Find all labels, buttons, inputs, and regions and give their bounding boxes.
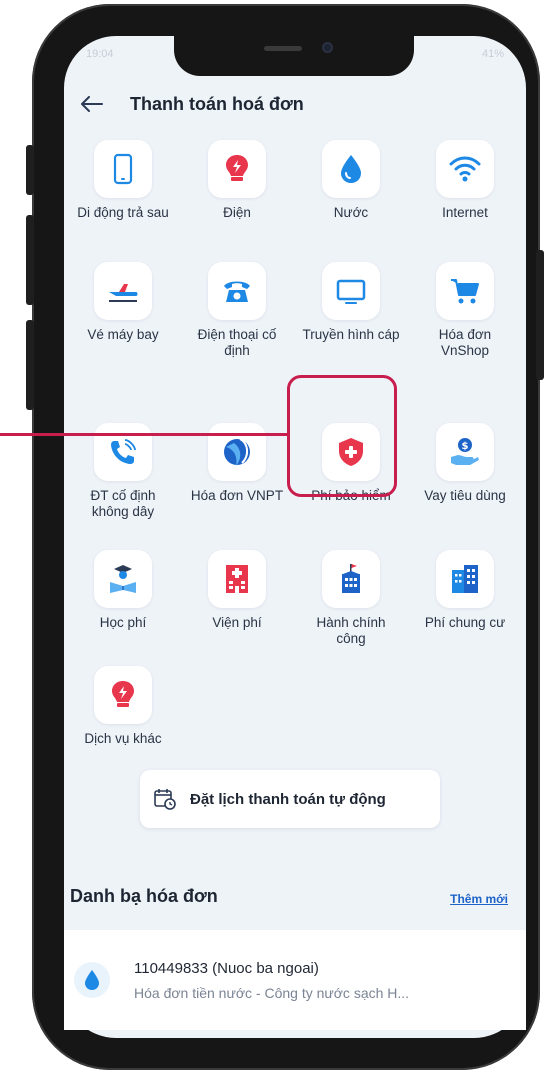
status-time: 19:04: [86, 48, 114, 60]
cart-icon: [451, 279, 479, 304]
service-tile: [322, 423, 380, 481]
calendar-clock-icon: [150, 784, 180, 814]
service-label: Hóa đơn VnShop: [438, 327, 492, 358]
service-tile: [322, 140, 380, 198]
apartment-icon: [452, 565, 478, 593]
service-other[interactable]: Dịch vụ khác: [74, 666, 172, 747]
service-tile: [94, 666, 152, 724]
service-vnshop[interactable]: Hóa đơn VnShop: [416, 262, 514, 359]
water-drop-icon: [341, 155, 361, 183]
volume-up-button: [26, 215, 34, 305]
tv-icon: [336, 279, 366, 304]
service-internet[interactable]: Internet: [416, 140, 514, 221]
phone-icon: [113, 153, 133, 185]
hospital-icon: [226, 565, 248, 593]
service-label: Điện thoại cố định: [197, 327, 277, 358]
water-drop-icon: [74, 962, 110, 998]
service-label: Internet: [442, 205, 488, 220]
service-tile: [208, 423, 266, 481]
arrow-left-icon[interactable]: [78, 90, 106, 118]
service-hospital-fee[interactable]: Viện phí: [188, 550, 286, 631]
desk-phone-icon: [224, 281, 250, 302]
service-label: Nước: [333, 205, 369, 220]
service-tile: [436, 550, 494, 608]
device-notch: [174, 36, 414, 76]
speaker-grille: [264, 46, 302, 51]
service-tile: [436, 262, 494, 320]
service-label: Dịch vụ khác: [84, 731, 162, 746]
service-label: Vé máy bay: [87, 327, 159, 342]
service-label: Học phí: [99, 615, 147, 630]
service-tile: $: [436, 423, 494, 481]
front-camera: [322, 42, 333, 53]
service-tile: [94, 550, 152, 608]
service-tile: [208, 550, 266, 608]
service-tile: [208, 140, 266, 198]
service-label: Di động trả sau: [77, 205, 169, 220]
service-flight[interactable]: Vé máy bay: [74, 262, 172, 343]
service-water[interactable]: Nước: [302, 140, 400, 221]
mute-switch: [26, 145, 34, 195]
airplane-icon: [109, 284, 138, 302]
page-title: Thanh toán hoá đơn: [130, 93, 304, 114]
service-tuition[interactable]: Học phí: [74, 550, 172, 631]
service-label: Truyền hình cáp: [302, 327, 400, 342]
wifi-icon: [449, 156, 481, 182]
service-apartment-fee[interactable]: Phí chung cư: [416, 550, 514, 631]
service-tile: [94, 423, 152, 481]
service-label: Phí chung cư: [424, 615, 506, 630]
volume-down-button: [26, 320, 34, 410]
service-label: Hành chính công: [316, 615, 386, 646]
status-battery: 41%: [481, 48, 504, 60]
service-landline[interactable]: Điện thoại cố định: [188, 262, 286, 359]
service-cable-tv[interactable]: Truyền hình cáp: [302, 262, 400, 343]
service-electricity[interactable]: Điện: [188, 140, 286, 221]
service-label: Điện: [223, 205, 251, 220]
section-title: Danh bạ hóa đơn: [70, 886, 218, 906]
shield-plus-icon: [339, 438, 363, 466]
bill-contact-description: Hóa đơn tiền nước - Công ty nước sạch H.…: [134, 985, 410, 1001]
service-tile: [94, 140, 152, 198]
service-tile: [436, 140, 494, 198]
service-tile: [322, 262, 380, 320]
phone-wireless-icon: [111, 439, 136, 464]
government-icon: [342, 564, 360, 593]
student-icon: [110, 565, 136, 593]
service-label: Viện phí: [212, 615, 262, 630]
service-public-admin[interactable]: Hành chính công: [302, 550, 400, 647]
add-new-link[interactable]: Thêm mới: [450, 892, 508, 906]
service-tile: [208, 262, 266, 320]
bulb-icon: [112, 681, 134, 707]
service-label: Hóa đơn VNPT: [190, 488, 284, 503]
service-label: ĐT cố định không dây: [90, 488, 156, 519]
service-postpaid-mobile[interactable]: Di động trả sau: [74, 140, 172, 221]
service-wireless-landline[interactable]: ĐT cố định không dây: [74, 423, 172, 520]
callout-line: [0, 433, 289, 436]
page-header: Thanh toán hoá đơn: [78, 88, 512, 120]
coin-hand-icon: $: [451, 438, 479, 465]
bill-contacts-header: Danh bạ hóa đơn Thêm mới: [64, 884, 526, 912]
service-label: Vay tiêu dùng: [424, 488, 506, 503]
service-label: Phí bảo hiểm: [311, 488, 391, 503]
bulb-icon: [226, 155, 248, 181]
bill-contact-item[interactable]: 110449833 (Nuoc ba ngoai) Hóa đơn tiền n…: [64, 930, 526, 1030]
service-tile: [94, 262, 152, 320]
service-tile: [322, 550, 380, 608]
schedule-autopay-label: Đặt lịch thanh toán tự động: [190, 790, 386, 808]
service-consumer-loan[interactable]: $ Vay tiêu dùng: [416, 423, 514, 504]
power-button: [536, 250, 544, 380]
bill-contact-name: 110449833 (Nuoc ba ngoai): [134, 960, 319, 977]
schedule-autopay-button[interactable]: Đặt lịch thanh toán tự động: [140, 770, 440, 828]
service-insurance[interactable]: Phí bảo hiểm: [302, 423, 400, 504]
svg-text:$: $: [462, 441, 469, 452]
vnpt-icon: [224, 438, 250, 466]
